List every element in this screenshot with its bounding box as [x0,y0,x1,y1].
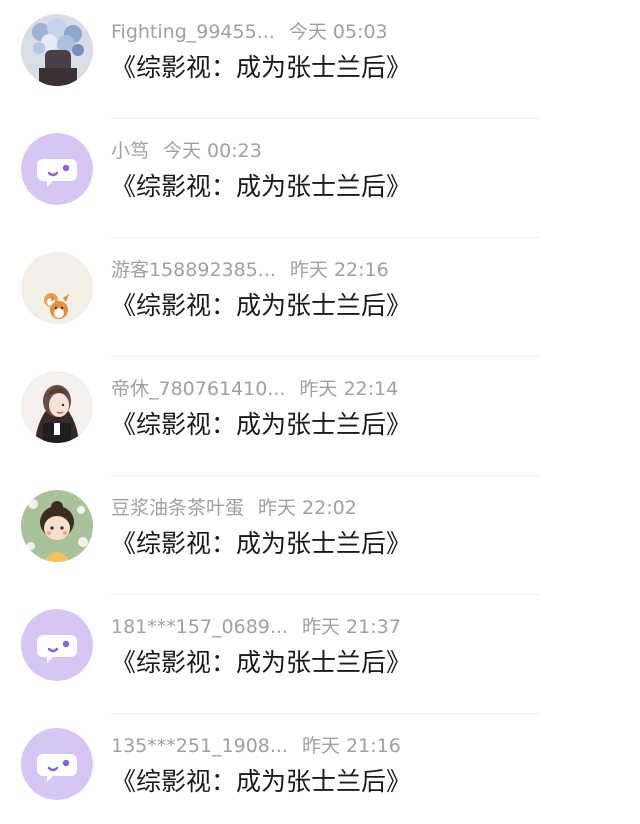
shiba-dogs-avatar-image [21,252,93,324]
timestamp: 昨天 21:16 [302,735,401,757]
comment-meta: 游客158892385... 昨天 22:16 [111,257,389,283]
chat-bubble-icon [21,609,93,681]
username[interactable]: Fighting_99455... [111,21,275,43]
illustrated-girl-avatar-image [21,371,93,443]
avatar[interactable] [21,371,93,443]
comment-text: 《综影视：成为张士兰后》 [111,53,412,82]
comment-text: 《综影视：成为张士兰后》 [111,410,412,439]
comment-list: Fighting_99455... 今天 05:03 《综影视：成为张士兰后》 小… [0,0,640,824]
comment-meta: 豆浆油条茶叶蛋 昨天 22:02 [111,495,357,521]
flower-photo-avatar-image [21,14,93,86]
comment-item[interactable]: 181***157_0689... 昨天 21:37 《综影视：成为张士兰后》 [0,595,640,714]
timestamp: 昨天 22:02 [258,497,357,519]
avatar[interactable] [21,490,93,562]
comment-meta: Fighting_99455... 今天 05:03 [111,19,388,45]
username[interactable]: 小笃 [111,140,149,162]
avatar[interactable] [21,133,93,205]
username[interactable]: 181***157_0689... [111,616,288,638]
comment-text: 《综影视：成为张士兰后》 [111,648,412,677]
chat-bubble-icon [21,728,93,800]
timestamp: 昨天 21:37 [302,616,401,638]
comment-item[interactable]: 135***251_1908... 昨天 21:16 《综影视：成为张士兰后》 [0,714,640,824]
timestamp: 今天 05:03 [288,21,388,43]
comment-meta: 181***157_0689... 昨天 21:37 [111,614,401,640]
comment-text: 《综影视：成为张士兰后》 [111,291,412,320]
comment-item[interactable]: 游客158892385... 昨天 22:16 《综影视：成为张士兰后》 [0,238,640,357]
avatar[interactable] [21,728,93,800]
chat-bubble-icon [21,133,93,205]
avatar[interactable] [21,252,93,324]
comment-text: 《综影视：成为张士兰后》 [111,172,412,201]
comment-meta: 小笃 今天 00:23 [111,138,262,164]
comment-item[interactable]: 帝休_780761410... 昨天 22:14 《综影视：成为张士兰后》 [0,357,640,476]
username[interactable]: 135***251_1908... [111,735,288,757]
comment-text: 《综影视：成为张士兰后》 [111,529,412,558]
comment-meta: 135***251_1908... 昨天 21:16 [111,733,401,759]
comment-meta: 帝休_780761410... 昨天 22:14 [111,376,398,402]
avatar[interactable] [21,14,93,86]
timestamp: 昨天 22:16 [289,259,389,281]
avatar[interactable] [21,609,93,681]
username[interactable]: 帝休_780761410... [111,378,285,400]
comment-item[interactable]: 豆浆油条茶叶蛋 昨天 22:02 《综影视：成为张士兰后》 [0,476,640,595]
comment-item[interactable]: Fighting_99455... 今天 05:03 《综影视：成为张士兰后》 [0,0,640,119]
timestamp: 今天 00:23 [163,140,262,162]
username[interactable]: 豆浆油条茶叶蛋 [111,497,244,519]
timestamp: 昨天 22:14 [299,378,399,400]
comment-item[interactable]: 小笃 今天 00:23 《综影视：成为张士兰后》 [0,119,640,238]
comment-text: 《综影视：成为张士兰后》 [111,767,412,796]
cartoon-character-avatar-image [21,490,93,562]
username[interactable]: 游客158892385... [111,259,276,281]
